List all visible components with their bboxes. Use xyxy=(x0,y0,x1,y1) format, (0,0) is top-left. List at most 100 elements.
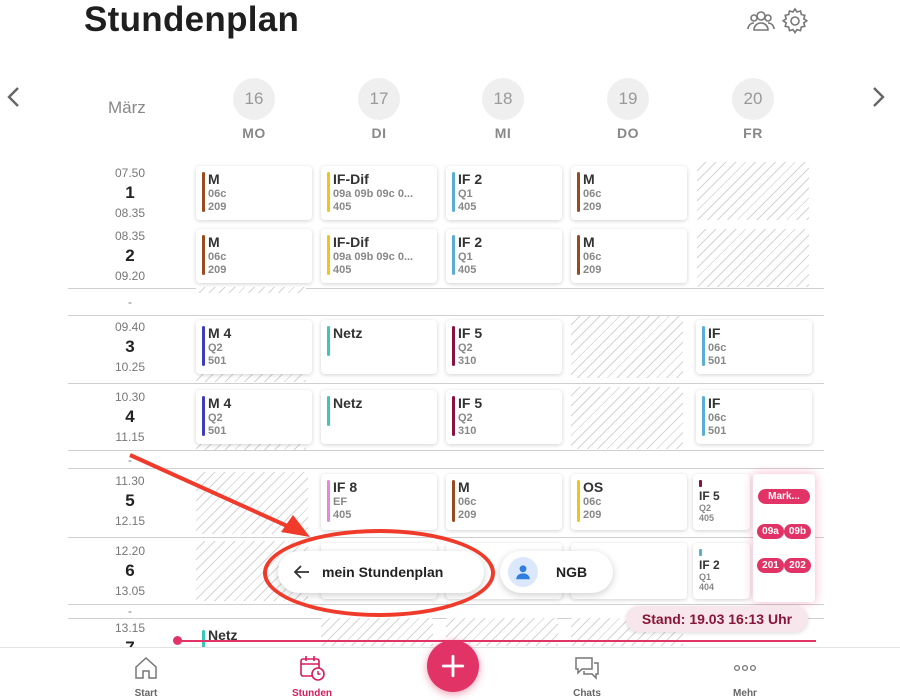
tab-label: Chats xyxy=(573,688,601,699)
lesson-card[interactable]: M 06c 209 xyxy=(196,229,312,283)
free-slot[interactable] xyxy=(571,387,683,449)
lesson-card[interactable]: M 06c 209 xyxy=(446,474,562,530)
subject-color-bar xyxy=(452,396,455,436)
tab-start[interactable]: Start xyxy=(101,654,191,699)
lesson-card[interactable]: IF 06c 501 xyxy=(696,320,812,374)
free-slot[interactable] xyxy=(697,162,809,220)
lesson-subject: IF-Dif xyxy=(333,234,369,250)
lesson-card-small[interactable]: IF 2 Q1 404 xyxy=(693,543,750,599)
event-card[interactable]: Mark... 09a 09b 201 202 xyxy=(753,474,815,602)
lesson-class: 09a 09b 09c 0... xyxy=(333,188,414,200)
subject-color-bar xyxy=(699,480,702,487)
event-room-pill: 202 xyxy=(784,558,811,573)
subject-color-bar xyxy=(202,235,205,275)
subject-color-bar xyxy=(452,326,455,366)
lesson-subject: IF 2 xyxy=(458,171,483,187)
lesson-card[interactable]: M 4 Q2 501 xyxy=(196,390,312,444)
period-start: 07.50 xyxy=(114,166,146,180)
row-divider xyxy=(68,450,824,451)
lesson-subject: IF 2 xyxy=(458,234,483,250)
lesson-class: 06c xyxy=(583,496,602,508)
lesson-room: 310 xyxy=(458,425,477,437)
lesson-class: Q2 xyxy=(458,412,473,424)
lesson-card[interactable]: IF 06c 501 xyxy=(696,390,812,444)
row-divider xyxy=(68,288,824,289)
tab-stunden[interactable]: Stunden xyxy=(267,654,357,699)
lesson-card[interactable]: IF-Dif 09a 09b 09c 0... 405 xyxy=(321,166,437,220)
add-button[interactable] xyxy=(427,640,479,692)
subject-color-bar xyxy=(202,326,205,366)
previous-week-chevron-icon[interactable] xyxy=(4,86,24,108)
period-label-2: 08.35 2 09.20 xyxy=(100,229,160,283)
day-abbr: MI xyxy=(494,125,512,141)
subject-color-bar xyxy=(202,172,205,212)
lesson-card[interactable]: OS 06c 209 xyxy=(571,474,687,530)
tab-label: Start xyxy=(134,688,158,699)
people-icon[interactable] xyxy=(746,6,776,36)
period-number: 7 xyxy=(100,638,160,647)
lesson-card-small[interactable]: IF 5 Q2 405 xyxy=(693,474,750,530)
free-slot[interactable] xyxy=(196,472,308,534)
lesson-subject: M xyxy=(208,171,220,187)
lesson-card[interactable]: IF 5 Q2 310 xyxy=(446,320,562,374)
period-label-3: 09.40 3 10.25 xyxy=(100,320,160,374)
lesson-subject: M xyxy=(583,171,595,187)
free-slot xyxy=(196,287,306,293)
lesson-room: 209 xyxy=(208,264,227,276)
lesson-room: 310 xyxy=(458,355,477,367)
event-class-pill: 09b xyxy=(784,524,811,539)
lesson-card[interactable]: M 06c 209 xyxy=(571,229,687,283)
lesson-room: 405 xyxy=(458,201,477,213)
lesson-subject: IF-Dif xyxy=(333,171,369,187)
day-header-mi[interactable]: 18 MI xyxy=(481,78,525,141)
lesson-room: 501 xyxy=(208,355,227,367)
day-header-di[interactable]: 17 DI xyxy=(357,78,401,141)
day-header-fr[interactable]: 20 FR xyxy=(731,78,775,141)
lesson-class: 06c xyxy=(708,412,727,424)
period-start: 11.30 xyxy=(115,474,145,488)
lesson-card[interactable]: Netz xyxy=(321,320,437,374)
teacher-selector-button[interactable]: NGB xyxy=(500,551,613,593)
lesson-card[interactable]: IF 8 EF 405 xyxy=(321,474,437,530)
row-divider xyxy=(68,383,824,384)
lesson-card[interactable]: M 06c 209 xyxy=(196,166,312,220)
calendar-clock-icon xyxy=(300,656,325,681)
lesson-class: 09a 09b 09c 0... xyxy=(333,251,414,263)
more-icon xyxy=(733,664,757,672)
lesson-card[interactable]: IF 2 Q1 405 xyxy=(446,229,562,283)
lesson-card[interactable]: IF 5 Q2 310 xyxy=(446,390,562,444)
lesson-room: 501 xyxy=(208,425,227,437)
lesson-class: Q2 xyxy=(208,342,223,354)
lesson-room: 209 xyxy=(458,509,477,521)
lesson-subject: Netz xyxy=(333,395,363,411)
free-slot[interactable] xyxy=(697,229,809,287)
lesson-class: Q2 xyxy=(699,503,712,513)
lesson-room: 405 xyxy=(699,513,715,523)
lesson-subject: IF 2 xyxy=(699,558,720,572)
subject-color-bar xyxy=(452,172,455,212)
tab-chats[interactable]: Chats xyxy=(542,654,632,699)
period-number: 5 xyxy=(125,491,135,510)
subject-color-bar xyxy=(327,480,330,522)
tab-mehr[interactable]: Mehr xyxy=(700,654,790,699)
break-marker: - xyxy=(128,604,132,618)
lesson-card[interactable]: IF 2 Q1 405 xyxy=(446,166,562,220)
lesson-room: 501 xyxy=(708,355,727,367)
lesson-card[interactable]: M 4 Q2 501 xyxy=(196,320,312,374)
lesson-class: Q2 xyxy=(208,412,223,424)
lesson-card[interactable]: IF-Dif 09a 09b 09c 0... 405 xyxy=(321,229,437,283)
lesson-subject: IF xyxy=(708,325,721,341)
free-slot[interactable] xyxy=(571,316,683,378)
next-week-chevron-icon[interactable] xyxy=(868,86,888,108)
day-number: 20 xyxy=(732,78,774,120)
day-abbr: DO xyxy=(617,125,639,141)
lesson-card[interactable]: Netz xyxy=(321,390,437,444)
lesson-room: 405 xyxy=(333,264,352,276)
gear-icon[interactable] xyxy=(780,6,810,36)
day-header-mo[interactable]: 16 MO xyxy=(232,78,276,141)
day-number: 17 xyxy=(358,78,400,120)
day-header-do[interactable]: 19 DO xyxy=(606,78,650,141)
period-label-5: 11.30 5 12.15 xyxy=(100,474,160,528)
lesson-card[interactable]: Netz xyxy=(196,622,312,648)
lesson-card[interactable]: M 06c 209 xyxy=(571,166,687,220)
